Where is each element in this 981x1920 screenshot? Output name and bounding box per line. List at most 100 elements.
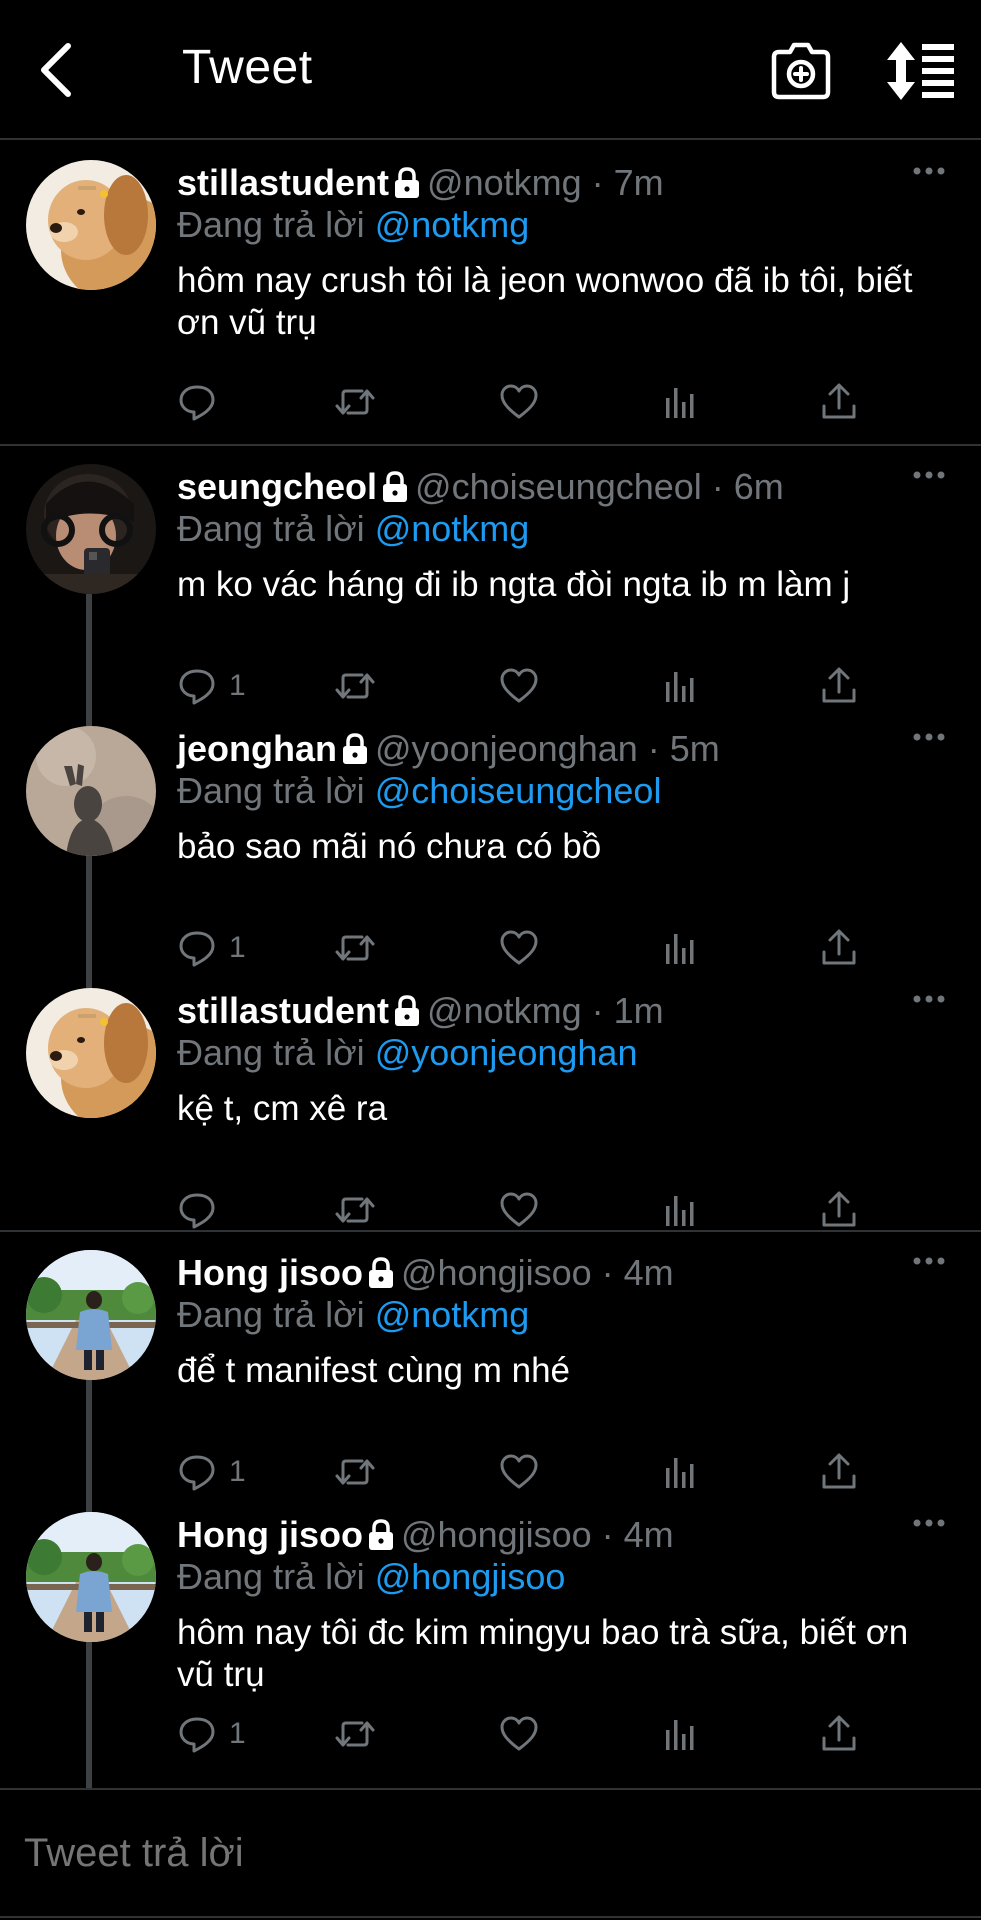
more-dots-icon [912,1255,946,1272]
avatar[interactable] [26,988,156,1118]
tweet[interactable]: Hong jisoo @hongjisoo · 4m Đang trả lời @h… [0,1492,981,1788]
reply-button[interactable]: 1 [177,1450,246,1494]
mention-link[interactable]: @notkmg [375,508,530,549]
reply-button[interactable] [177,1188,229,1232]
retweet-button[interactable] [335,926,375,970]
reply-count: 1 [229,1455,246,1488]
like-button[interactable] [499,1712,539,1756]
retweet-button[interactable] [335,1712,375,1756]
reply-button[interactable]: 1 [177,664,246,708]
more-options-button[interactable] [912,992,946,1006]
mention-link[interactable]: @yoonjeonghan [375,1032,638,1073]
views-button[interactable] [659,380,699,424]
avatar[interactable] [26,1512,156,1642]
more-options-button[interactable] [912,1254,946,1268]
share-button[interactable] [819,1188,859,1232]
share-button[interactable] [819,664,859,708]
reply-icon [177,1190,217,1230]
retweet-button[interactable] [335,664,375,708]
like-button[interactable] [499,926,539,970]
replying-to: Đang trả lời @choiseungcheol [177,770,661,812]
share-button[interactable] [819,1712,859,1756]
reply-button[interactable] [177,380,229,424]
heart-icon [499,382,539,422]
tweet[interactable]: stillastudent @notkmg · 7m Đang trả lời @n… [0,140,981,444]
retweet-button[interactable] [335,1188,375,1232]
mention-link[interactable]: @notkmg [375,204,530,245]
views-button[interactable] [659,664,699,708]
tweet-header: stillastudent @notkmg · 7m [177,162,664,204]
tweet[interactable]: jeonghan @yoonjeonghan · 5m Đang trả lời @… [0,706,981,968]
display-name[interactable]: seungcheol [177,466,377,507]
display-name[interactable]: Hong jisoo [177,1514,363,1555]
views-button[interactable] [659,1450,699,1494]
more-options-button[interactable] [912,730,946,744]
retweet-button[interactable] [335,380,375,424]
views-button[interactable] [659,1188,699,1232]
tweet-header: Hong jisoo @hongjisoo · 4m [177,1252,674,1294]
reply-divider [0,1916,981,1918]
mention-link[interactable]: @hongjisoo [375,1556,566,1597]
tweet-text: bảo sao mãi nó chưa có bồ [177,827,602,866]
retweet-button[interactable] [335,1450,375,1494]
tweet-actions [177,380,877,424]
display-name[interactable]: Hong jisoo [177,1252,363,1293]
retweet-icon [335,666,375,706]
like-button[interactable] [499,380,539,424]
user-handle: @hongjisoo [400,1514,592,1555]
share-button[interactable] [819,1450,859,1494]
retweet-icon [335,1190,375,1230]
tweet[interactable]: Hong jisoo @hongjisoo · 4m Đang trả lời @n… [0,1230,981,1492]
back-button[interactable] [30,38,90,102]
display-name[interactable]: stillastudent [177,162,389,203]
lock-icon [395,167,420,198]
more-dots-icon [912,731,946,748]
more-options-button[interactable] [912,468,946,482]
more-options-button[interactable] [912,164,946,178]
more-options-button[interactable] [912,1516,946,1530]
retweet-icon [335,1452,375,1492]
tweet-header: stillastudent @notkmg · 1m [177,990,664,1032]
like-button[interactable] [499,664,539,708]
avatar[interactable] [26,160,156,290]
sort-button[interactable] [886,40,956,102]
mention-link[interactable]: @choiseungcheol [375,770,662,811]
tweet[interactable]: seungcheol @choiseungcheol · 6m Đang trả l… [0,444,981,706]
like-button[interactable] [499,1188,539,1232]
camera-button[interactable] [770,40,832,102]
mention-link[interactable]: @notkmg [375,1294,530,1335]
views-button[interactable] [659,926,699,970]
share-icon [819,928,859,968]
reply-button[interactable]: 1 [177,1712,246,1756]
share-button[interactable] [819,380,859,424]
more-dots-icon [912,993,946,1010]
user-handle: @notkmg [427,162,582,203]
bar-chart-icon [659,928,699,968]
camera-plus-icon [771,42,831,100]
tweet-time: · 5m [647,728,720,769]
user-handle: @hongjisoo [400,1252,592,1293]
like-button[interactable] [499,1450,539,1494]
reply-icon [177,382,217,422]
reply-input[interactable] [22,1830,926,1877]
avatar[interactable] [26,464,156,594]
heart-icon [499,1452,539,1492]
avatar[interactable] [26,1250,156,1380]
share-icon [819,1714,859,1754]
share-button[interactable] [819,926,859,970]
share-icon [819,382,859,422]
tweet-time: · 4m [601,1252,674,1293]
views-button[interactable] [659,1712,699,1756]
display-name[interactable]: jeonghan [177,728,337,769]
lock-icon [395,995,420,1026]
tweet[interactable]: stillastudent @notkmg · 1m Đang trả lời @y… [0,968,981,1230]
lock-icon [343,733,367,764]
chevron-left-icon [41,43,71,97]
tweet-header: jeonghan @yoonjeonghan · 5m [177,728,720,770]
tweet-actions: 1 [177,1450,877,1494]
display-name[interactable]: stillastudent [177,990,389,1031]
reply-icon [177,666,217,706]
reply-button[interactable]: 1 [177,926,246,970]
replying-prefix: Đang trả lời [177,1294,365,1335]
avatar[interactable] [26,726,156,856]
